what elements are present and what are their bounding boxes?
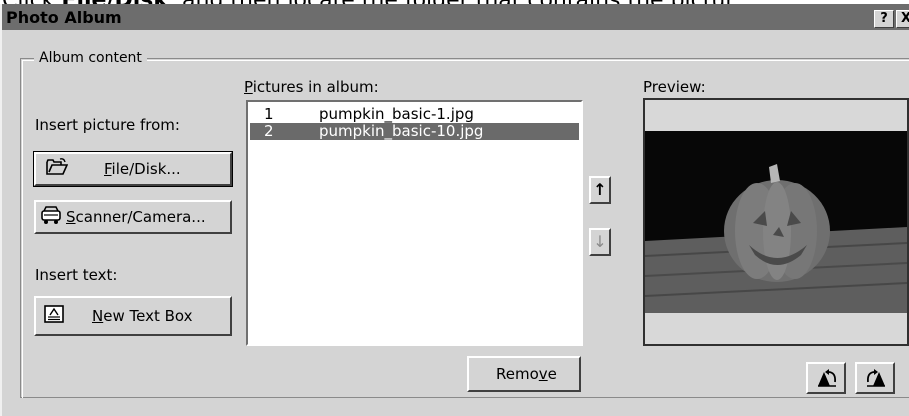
text-box-icon	[44, 305, 64, 327]
list-item-selected[interactable]: 2 pumpkin_basic-10.jpg	[250, 123, 579, 140]
close-button[interactable]: X	[896, 10, 909, 28]
list-item-filename: pumpkin_basic-10.jpg	[319, 122, 484, 140]
help-icon: ?	[880, 11, 888, 26]
dialog-title: Photo Album	[6, 8, 122, 27]
scanner-icon	[40, 205, 62, 229]
pictures-in-album-label: Pictures in album:	[244, 78, 379, 96]
open-folder-icon	[46, 158, 69, 180]
file-disk-button[interactable]: File/Disk...	[33, 151, 233, 187]
album-content-label: Album content	[34, 50, 147, 66]
new-text-box-button[interactable]: New Text Box	[34, 296, 232, 336]
list-item[interactable]: 1 pumpkin_basic-1.jpg	[250, 106, 579, 123]
preview-label: Preview:	[643, 78, 706, 96]
list-item-number: 1	[264, 105, 274, 123]
close-icon: X	[900, 11, 909, 26]
rotate-left-button[interactable]	[806, 362, 846, 394]
help-button[interactable]: ?	[874, 10, 894, 28]
pictures-listbox[interactable]: 1 pumpkin_basic-1.jpg 2 pumpkin_basic-10…	[246, 100, 583, 346]
arrow-down-icon: ↓	[593, 232, 607, 251]
new-text-box-label: New Text Box	[92, 307, 193, 325]
preview-pane	[643, 98, 909, 346]
pumpkin-preview-image	[644, 131, 908, 313]
rotate-right-icon	[865, 368, 887, 392]
title-bar: Photo Album ? X	[2, 4, 909, 30]
rotate-left-icon	[816, 368, 838, 392]
arrow-up-icon: ↑	[593, 180, 607, 199]
insert-text-label: Insert text:	[35, 266, 118, 284]
rotate-right-button[interactable]	[855, 362, 895, 394]
list-item-number: 2	[264, 122, 274, 140]
insert-picture-label: Insert picture from:	[35, 116, 180, 134]
scanner-camera-label: Scanner/Camera...	[66, 208, 206, 226]
scanner-camera-button[interactable]: Scanner/Camera...	[34, 200, 232, 234]
list-item-filename: pumpkin_basic-1.jpg	[319, 105, 474, 123]
file-disk-label: File/Disk...	[104, 160, 181, 178]
move-down-button[interactable]: ↓	[589, 228, 611, 256]
remove-button[interactable]: Remove	[467, 356, 581, 392]
remove-label: Remove	[496, 365, 557, 383]
move-up-button[interactable]: ↑	[589, 176, 611, 204]
